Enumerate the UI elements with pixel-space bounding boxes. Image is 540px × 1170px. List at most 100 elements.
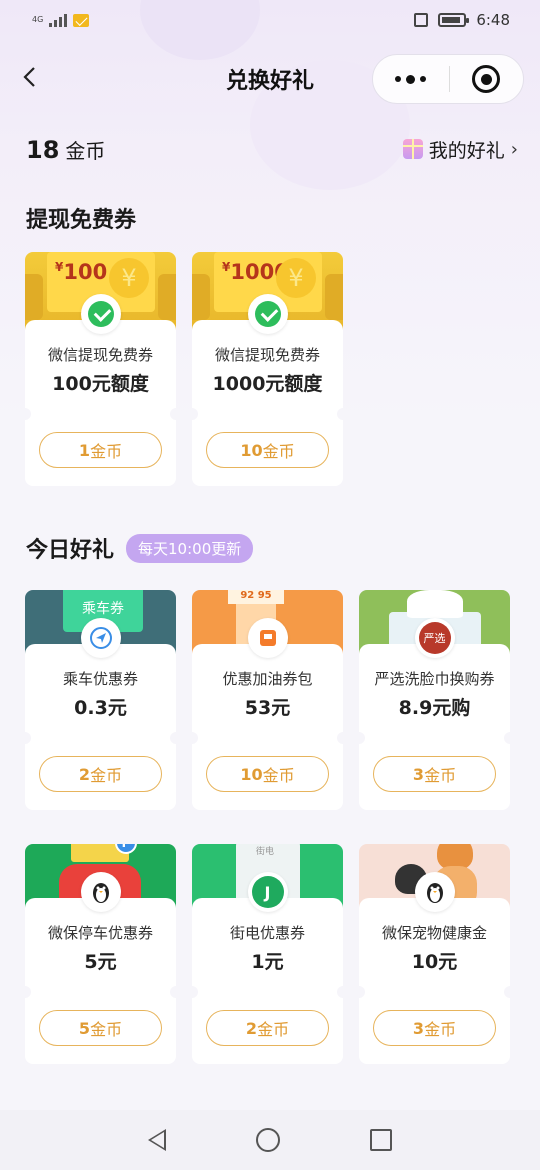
vibrate-icon (414, 13, 429, 27)
wechat-pay-icon (254, 301, 281, 327)
cost-unit: 金币 (424, 766, 457, 785)
power-bank-label: 街电 (256, 847, 275, 857)
card-body: 微信提现免费券 100元额度 1 金币 (19, 294, 182, 486)
withdraw-section-label: 提现免费券 (26, 208, 137, 233)
card-body: 严选 严选洗脸巾换购券 8.9元购 3 金币 (353, 618, 516, 810)
card-body: 微保停车优惠券 5元 5 金币 (19, 872, 182, 1064)
daily-card[interactable]: 严选 严选洗脸巾换购券 8.9元购 3 金币 (353, 590, 516, 810)
card-body: 微保宠物健康金 10元 3 金币 (353, 872, 516, 1064)
withdraw-card[interactable]: ¥1000 ¥ 微信提现免费券 1000元额度 10 金币 (186, 252, 349, 486)
cost-unit: 金币 (90, 442, 123, 461)
coin-balance: 18 金币 (26, 135, 105, 164)
status-time: 6:48 (476, 11, 510, 29)
redeem-button[interactable]: 10 金币 (206, 432, 329, 468)
daily-card[interactable]: 92 95 优惠加油券包 53元 10 金币 (186, 590, 349, 810)
daily-cards-row-1: 乘车券 乘车优惠券 0.3元 2 金币 92 95 优惠加油券包 53元 10 … (0, 590, 540, 810)
cost-amount: 2 (245, 1018, 258, 1038)
card-body: 优惠加油券包 53元 10 金币 (186, 618, 349, 810)
more-icon[interactable] (373, 74, 449, 84)
yanxuan-icon: 严选 (418, 622, 451, 654)
close-mini-program-icon[interactable] (450, 65, 524, 93)
cost-amount: 10 (240, 440, 263, 460)
card-value: 5元 (84, 951, 117, 973)
nav-bar: 兑换好礼 (0, 40, 540, 118)
back-icon[interactable] (20, 66, 42, 88)
power-icon: J (251, 876, 284, 908)
daily-card[interactable]: 微保宠物健康金 10元 3 金币 (353, 844, 516, 1064)
badge (80, 872, 121, 912)
card-value: 1000元额度 (212, 373, 323, 395)
cost-amount: 10 (240, 764, 263, 784)
card-body: J 街电优惠券 1元 2 金币 (186, 872, 349, 1064)
redeem-button[interactable]: 2 金币 (39, 756, 162, 792)
badge: J (247, 872, 288, 912)
badge (80, 294, 121, 334)
daily-card[interactable]: 乘车券 乘车优惠券 0.3元 2 金币 (19, 590, 182, 810)
signal-icon (49, 13, 68, 27)
penguin-icon (92, 883, 109, 903)
update-time-tag: 每天10:00更新 (126, 533, 254, 563)
fuel-price-sign: 92 95 (228, 590, 284, 604)
card-value: 10元 (411, 951, 458, 973)
card-value: 1元 (251, 951, 284, 973)
cost-unit: 金币 (262, 766, 295, 785)
card-value: 0.3元 (74, 697, 127, 719)
fuel-icon (259, 630, 276, 646)
daily-section-title: 今日好礼 每天10:00更新 (0, 528, 540, 568)
cost-unit: 金币 (424, 1020, 457, 1039)
card-value: 8.9元购 (398, 697, 471, 719)
daily-section-label: 今日好礼 (26, 538, 115, 563)
cost-amount: 5 (78, 1018, 91, 1038)
yuan-icon: ¥ (276, 258, 316, 298)
cost-unit: 金币 (257, 1020, 290, 1039)
redeem-button[interactable]: 3 金币 (373, 756, 496, 792)
redeem-button[interactable]: 10 金币 (206, 756, 329, 792)
recents-nav-icon[interactable] (370, 1129, 392, 1151)
wechat-pay-icon (87, 301, 114, 327)
badge (414, 872, 455, 912)
mini-program-capsule (372, 54, 524, 104)
battery-icon (438, 13, 470, 27)
coin-count: 18 (26, 135, 60, 164)
home-nav-icon[interactable] (256, 1128, 280, 1152)
penguin-icon (426, 883, 443, 903)
network-label: 4G (32, 15, 44, 24)
card-value: 53元 (244, 697, 291, 719)
bus-icon (89, 627, 112, 649)
back-nav-icon[interactable] (148, 1129, 166, 1151)
card-value: 100元额度 (52, 373, 149, 395)
cost-unit: 金币 (90, 766, 123, 785)
daily-cards-row-2: P 微保停车优惠券 5元 5金币 街电 J 街电优惠券 1 (0, 844, 540, 1064)
gift-icon (402, 139, 423, 159)
coin-unit: 金币 (65, 138, 106, 163)
badge (80, 618, 121, 658)
redeem-button[interactable]: 5 金币 (39, 1010, 162, 1046)
withdraw-card[interactable]: ¥100 ¥ 微信提现免费券 100元额度 1 金币 (19, 252, 182, 486)
badge: 严选 (414, 618, 455, 658)
my-gifts-link[interactable]: 我的好礼 › (402, 136, 518, 163)
redeem-button[interactable]: 2 金币 (206, 1010, 329, 1046)
badge (247, 294, 288, 334)
badge (247, 618, 288, 658)
redeem-button[interactable]: 1 金币 (39, 432, 162, 468)
cost-amount: 3 (412, 764, 425, 784)
daily-card[interactable]: P 微保停车优惠券 5元 5金币 (19, 844, 182, 1064)
cost-amount: 3 (412, 1018, 425, 1038)
withdraw-cards: ¥100 ¥ 微信提现免费券 100元额度 1 金币 ¥1000 ¥ 微信提现免… (0, 252, 540, 486)
cost-amount: 1 (78, 440, 91, 460)
my-gifts-label: 我的好礼 (428, 139, 505, 162)
cost-unit: 金币 (90, 1020, 123, 1039)
chevron-right-icon: › (510, 138, 518, 160)
card-body: 微信提现免费券 1000元额度 10 金币 (186, 294, 349, 486)
card-body: 乘车优惠券 0.3元 2 金币 (19, 618, 182, 810)
cost-amount: 2 (78, 764, 91, 784)
redeem-button[interactable]: 3 金币 (373, 1010, 496, 1046)
status-bar: 4G 6:48 (0, 0, 540, 40)
yuan-icon: ¥ (109, 258, 149, 298)
account-row: 18 金币 我的好礼 › (0, 118, 540, 180)
cost-unit: 金币 (262, 442, 295, 461)
ticket-amount: 100 (63, 260, 108, 284)
daily-card[interactable]: 街电 J 街电优惠券 1元 2 金币 (186, 844, 349, 1064)
withdraw-section-title: 提现免费券 (0, 198, 540, 238)
page-title: 兑换好礼 (225, 69, 314, 94)
